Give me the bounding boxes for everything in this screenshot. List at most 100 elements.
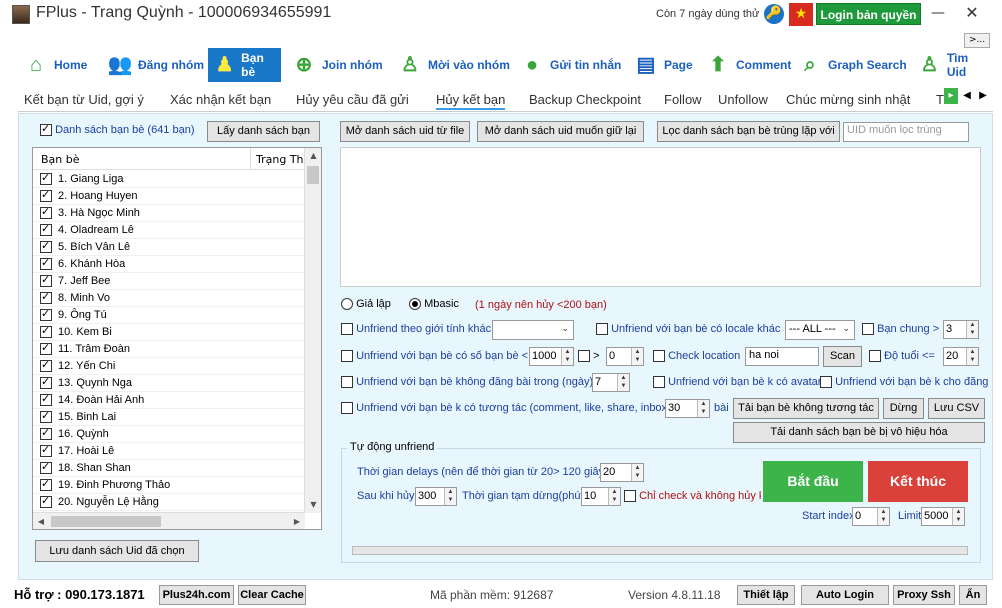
age-stepper[interactable]: 20 ▲ ▼ (943, 347, 979, 366)
flag-icon[interactable]: ★ (789, 3, 813, 26)
get-friend-list-button[interactable]: Lấy danh sách bạn (207, 121, 320, 142)
nav-ban-be[interactable]: ♟ Bạn bè (208, 48, 281, 82)
row-checkbox[interactable] (40, 324, 52, 338)
mode-mbasic[interactable]: Mbasic (409, 298, 459, 311)
nav-join-nhom[interactable]: ⊕ Join nhóm (286, 48, 387, 82)
opt-friend-count-row[interactable]: Unfriend với bạn bè có số bạn bè < (341, 350, 528, 363)
uid-textarea[interactable] (340, 147, 981, 287)
row-checkbox[interactable] (40, 460, 52, 474)
site-button[interactable]: Plus24h.com (159, 585, 234, 605)
table-row[interactable]: 18. Shan Shan (33, 460, 305, 477)
row-checkbox[interactable] (40, 256, 52, 270)
stepper-arrows[interactable]: ▲ ▼ (631, 464, 643, 481)
start-index-stepper[interactable]: 0 ▲ ▼ (852, 507, 890, 526)
scroll-thumb[interactable] (307, 166, 319, 184)
scroll-up-icon[interactable]: ▲ (305, 148, 322, 164)
tab-scroll-green-icon[interactable]: ▸ (944, 88, 958, 104)
opt-no-interact-row[interactable]: Unfriend với bạn bè k có tương tác (comm… (341, 402, 671, 415)
stepper-arrows[interactable]: ▲ ▼ (608, 488, 620, 505)
table-row[interactable]: 11. Trâm Đoàn (33, 341, 305, 358)
tab-unfollow[interactable]: Unfollow (718, 92, 768, 107)
row-checkbox[interactable] (40, 205, 52, 219)
age-checkbox[interactable] (869, 350, 881, 363)
table-row[interactable]: 1. Giang Liga (33, 171, 305, 188)
nav-home[interactable]: ⌂ Home (18, 48, 91, 82)
table-row[interactable]: 19. Đinh Phương Thảo (33, 477, 305, 494)
row-checkbox[interactable] (40, 239, 52, 253)
no-post-allow-checkbox[interactable] (820, 376, 832, 389)
load-no-interact-button[interactable]: Tải bạn bè không tương tác (733, 398, 879, 419)
table-row[interactable]: 8. Minh Vo (33, 290, 305, 307)
table-row[interactable]: 10. Kem Bi (33, 324, 305, 341)
row-checkbox[interactable] (40, 188, 52, 202)
gia-lap-radio[interactable] (341, 298, 353, 311)
tab-chuc-mung[interactable]: Chúc mừng sinh nhật (786, 92, 910, 107)
uid-filter-input[interactable]: UID muốn lọc trùng (843, 122, 969, 142)
friend-count-stepper[interactable]: 1000 ▲ ▼ (529, 347, 574, 366)
opt-no-post-row[interactable]: Unfriend với bạn bè không đăng bài trong… (341, 376, 593, 389)
open-keep-list-button[interactable]: Mở danh sách uid muốn giữ lại (477, 121, 644, 142)
load-disabled-button[interactable]: Tải danh sách bạn bè bị vô hiệu hóa (733, 422, 985, 443)
table-row[interactable]: 9. Ông Tú (33, 307, 305, 324)
opt-gender-row[interactable]: Unfriend theo giới tính khác (341, 323, 491, 336)
table-row[interactable]: 16. Quỳnh (33, 426, 305, 443)
clear-cache-button[interactable]: Clear Cache (238, 585, 306, 605)
auto-login-button[interactable]: Auto Login (801, 585, 889, 605)
start-button[interactable]: Bắt đầu (763, 461, 863, 502)
horizontal-scrollbar[interactable]: ◀ ▶ (33, 512, 305, 529)
row-checkbox[interactable] (40, 341, 52, 355)
tab-scroll-right-icon[interactable]: ▶ (976, 88, 990, 104)
location-input[interactable]: ha noi (745, 347, 819, 366)
gt-checkbox[interactable] (578, 350, 590, 363)
col-friend[interactable]: Bạn bè (41, 153, 80, 166)
no-interact-checkbox[interactable] (341, 402, 353, 415)
stepper-arrows[interactable]: ▲ ▼ (966, 348, 978, 365)
tab-scroll-left-icon[interactable]: ◀ (960, 88, 974, 104)
no-interact-stepper[interactable]: 30 ▲ ▼ (665, 399, 710, 418)
stepper-arrows[interactable]: ▲ ▼ (617, 374, 629, 391)
nav-dang-nhom[interactable]: 👥 Đăng nhóm (102, 48, 208, 82)
no-post-checkbox[interactable] (341, 376, 353, 389)
table-row[interactable]: 12. Yến Chi (33, 358, 305, 375)
tab-follow[interactable]: Follow (664, 92, 702, 107)
row-checkbox[interactable] (40, 443, 52, 457)
filter-duplicate-button[interactable]: Lọc danh sách bạn bè trùng lặp với (657, 121, 840, 142)
table-row[interactable]: 14. Đoàn Hải Anh (33, 392, 305, 409)
check-location-checkbox[interactable] (653, 350, 665, 363)
opt-no-avatar-row[interactable]: Unfriend với bạn bè k có avatar (653, 376, 821, 389)
row-checkbox[interactable] (40, 307, 52, 321)
open-uid-file-button[interactable]: Mở danh sách uid từ file (340, 121, 470, 142)
row-checkbox[interactable] (40, 375, 52, 389)
close-icon[interactable]: ✕ (958, 3, 986, 23)
opt-no-post-allow-row[interactable]: Unfriend với bạn bè k cho đăng bài (820, 376, 990, 389)
gt-stepper[interactable]: 0 ▲ ▼ (606, 347, 644, 366)
opt-mutual-row[interactable]: Bạn chung > (862, 323, 939, 336)
table-row[interactable]: 15. Binh Lai (33, 409, 305, 426)
hide-button[interactable]: Ẩn (959, 585, 987, 605)
vertical-scrollbar[interactable]: ▲ ▼ (304, 148, 321, 513)
no-avatar-checkbox[interactable] (653, 376, 665, 389)
check-only-checkbox[interactable] (624, 490, 636, 503)
minimize-icon[interactable]: — (930, 3, 946, 23)
table-row[interactable]: 5. Bích Vân Lê (33, 239, 305, 256)
row-checkbox[interactable] (40, 171, 52, 185)
gender-select[interactable]: ⌄ (492, 320, 574, 340)
mutual-checkbox[interactable] (862, 323, 874, 336)
no-post-stepper[interactable]: 7 ▲ ▼ (592, 373, 630, 392)
proxy-ssh-button[interactable]: Proxy Ssh (893, 585, 955, 605)
nav-tim-uid[interactable]: ♙ Tìm Uid (912, 48, 993, 82)
settings-button[interactable]: Thiết lập (737, 585, 795, 605)
nav-comment[interactable]: ⬆ Comment (700, 48, 795, 82)
limit-stepper[interactable]: 5000 ▲ ▼ (921, 507, 965, 526)
stepper-arrows[interactable]: ▲ ▼ (561, 348, 573, 365)
stepper-arrows[interactable]: ▲ ▼ (444, 488, 456, 505)
scroll-down-icon[interactable]: ▼ (305, 497, 322, 513)
scroll-right-icon[interactable]: ▶ (289, 513, 305, 530)
gender-checkbox[interactable] (341, 323, 353, 336)
row-checkbox[interactable] (40, 392, 52, 406)
delay-stepper[interactable]: 20 ▲ ▼ (600, 463, 644, 482)
hscroll-thumb[interactable] (51, 516, 161, 527)
opt-age-row[interactable]: Độ tuổi <= (869, 350, 935, 363)
opt-locale-row[interactable]: Unfriend với bạn bè có locale khác (596, 323, 780, 336)
tab-xac-nhan[interactable]: Xác nhận kết bạn (170, 92, 271, 107)
